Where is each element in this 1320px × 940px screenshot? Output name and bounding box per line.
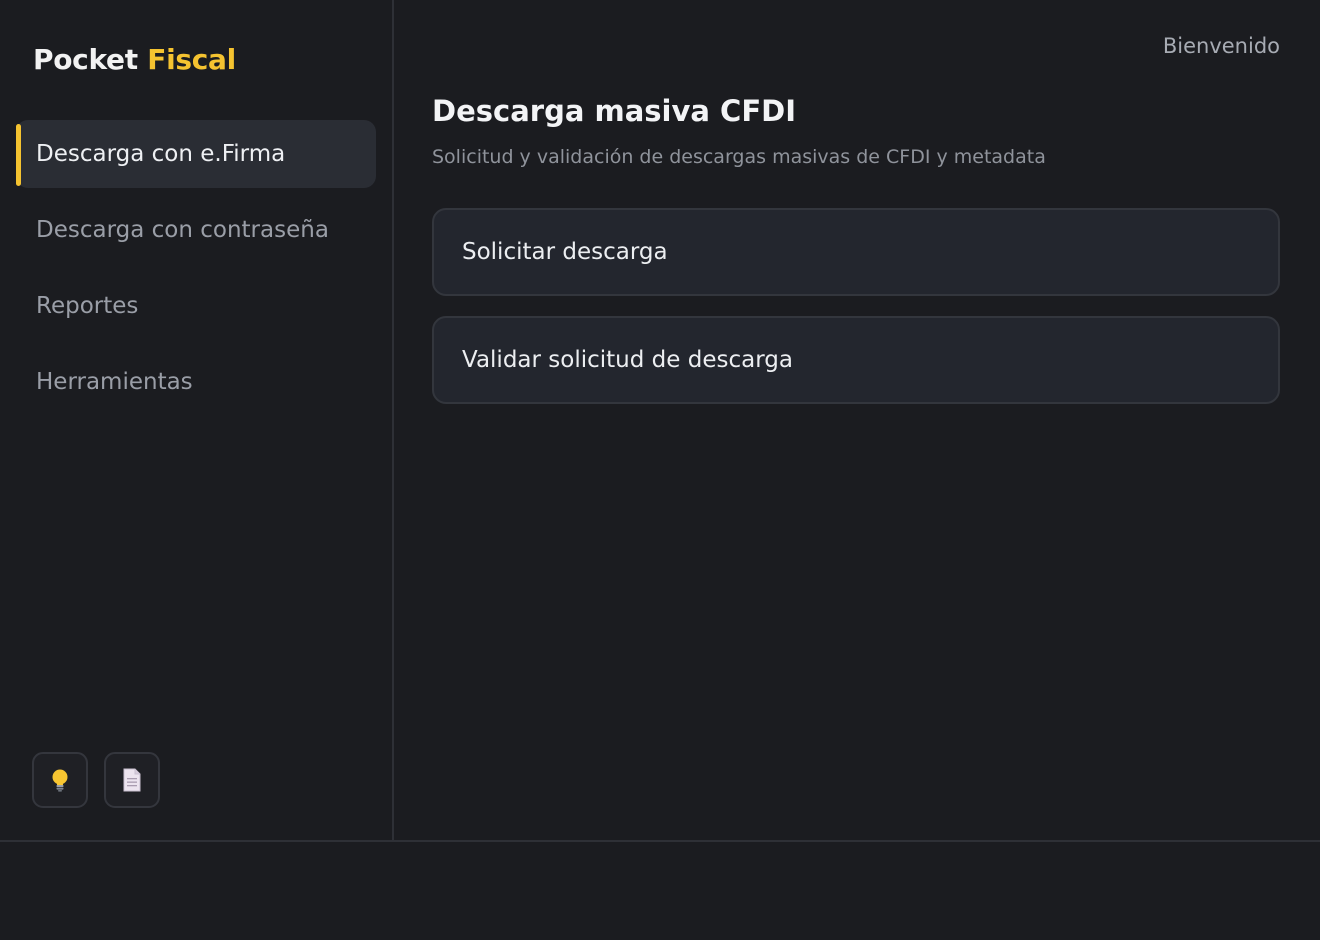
lightbulb-icon <box>52 769 68 792</box>
sidebar: Pocket Fiscal Descarga con e.Firma Desca… <box>0 0 394 840</box>
sidebar-item-descarga-efirma[interactable]: Descarga con e.Firma <box>16 120 376 188</box>
page-title: Descarga masiva CFDI <box>432 94 797 128</box>
footer-bar <box>0 840 1320 940</box>
request-download-card[interactable]: Solicitar descarga <box>432 208 1280 296</box>
brand-primary: Pocket <box>33 43 138 76</box>
sidebar-item-reportes[interactable]: Reportes <box>16 272 376 340</box>
app-window: Pocket Fiscal Descarga con e.Firma Desca… <box>0 0 1320 940</box>
sidebar-item-descarga-contrasena[interactable]: Descarga con contraseña <box>16 196 376 264</box>
documents-button[interactable] <box>104 752 160 808</box>
document-icon <box>123 768 141 792</box>
brand-accent: Fiscal <box>147 43 236 76</box>
page-subtitle: Solicitud y validación de descargas masi… <box>432 146 1046 168</box>
app-logo: Pocket Fiscal <box>33 40 236 80</box>
sidebar-item-herramientas[interactable]: Herramientas <box>16 348 376 416</box>
sidebar-nav: Descarga con e.Firma Descarga con contra… <box>16 120 376 424</box>
welcome-text: Bienvenido <box>1162 34 1280 58</box>
validate-download-card[interactable]: Validar solicitud de descarga <box>432 316 1280 404</box>
tips-button[interactable] <box>32 752 88 808</box>
